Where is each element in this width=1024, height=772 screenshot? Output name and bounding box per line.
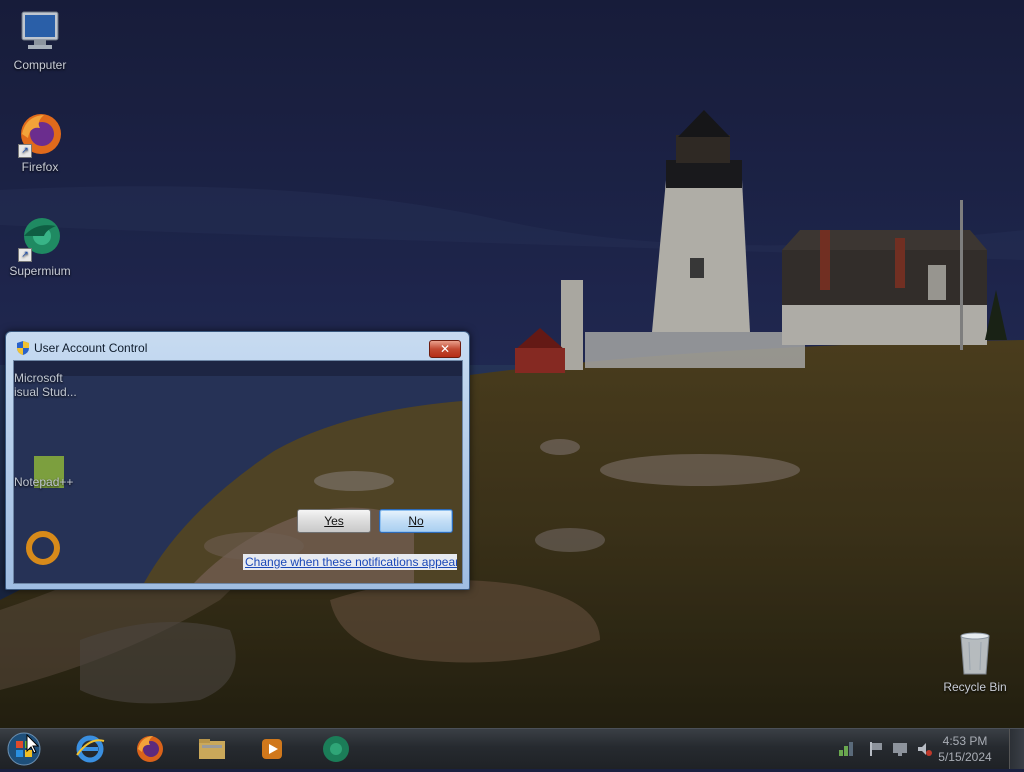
close-icon: ✕	[439, 342, 451, 356]
display-tray-icon[interactable]	[892, 741, 908, 757]
computer-icon	[16, 8, 64, 56]
mouse-pointer-icon	[26, 734, 40, 754]
no-button[interactable]: No	[379, 509, 453, 533]
firefox-taskbar-icon	[137, 736, 163, 762]
network-tray-icon[interactable]	[838, 741, 854, 757]
supermium-taskbar-icon	[323, 736, 349, 762]
show-desktop-button[interactable]	[1009, 729, 1024, 769]
firefox-label: Firefox	[21, 160, 59, 174]
computer-label: Computer	[13, 58, 67, 72]
ghost-icon-notepad: Notepad++	[14, 475, 73, 489]
internet-explorer-icon	[76, 735, 105, 763]
clock-date: 5/15/2024	[938, 750, 992, 764]
firefox-icon: ↗	[16, 110, 64, 158]
supermium-label: Supermium	[9, 264, 71, 278]
media-player-icon	[262, 739, 282, 759]
supermium-icon: ↗	[16, 214, 64, 262]
yes-label: Yes	[324, 514, 344, 528]
ghost-icon-visual-studio: Microsoft isual Stud...	[14, 371, 77, 399]
no-label: No	[408, 514, 424, 528]
shortcut-arrow-icon: ↗	[18, 248, 32, 262]
flag-tray-icon[interactable]	[868, 741, 884, 757]
clock-time: 4:53 PM	[942, 734, 988, 748]
change-notifications-link[interactable]: Change when these notifications appear	[243, 554, 457, 570]
taskbar-media-player[interactable]	[256, 733, 288, 765]
desktop-icon-computer[interactable]: Computer	[2, 8, 78, 72]
taskbar-supermium[interactable]	[320, 733, 352, 765]
uac-titlebar[interactable]: User Account Control ✕	[6, 332, 469, 360]
taskbar-firefox[interactable]	[134, 733, 166, 765]
explorer-icon	[199, 739, 225, 759]
desktop-icon-recycle-bin[interactable]: Recycle Bin	[937, 630, 1013, 694]
dialog-background-snapshot	[14, 361, 462, 583]
desktop-icon-firefox[interactable]: ↗ Firefox	[2, 110, 78, 174]
shield-icon	[17, 341, 29, 355]
shortcut-arrow-icon: ↗	[18, 144, 32, 158]
taskbar: 4:53 PM 5/15/2024	[0, 728, 1024, 769]
taskbar-internet-explorer[interactable]	[74, 733, 106, 765]
desktop[interactable]: Computer ↗ Firefox ↗ Supermium Recycle B…	[0, 0, 1024, 728]
taskbar-clock[interactable]: 4:53 PM 5/15/2024	[930, 733, 1000, 765]
uac-dialog[interactable]: User Account Control ✕ Microsoft isual S…	[5, 331, 470, 590]
ghost-icon-label: Notepad++	[14, 475, 74, 489]
close-button[interactable]: ✕	[429, 340, 461, 358]
uac-title: User Account Control	[34, 341, 148, 355]
yes-button[interactable]: Yes	[297, 509, 371, 533]
desktop-icon-supermium[interactable]: ↗ Supermium	[2, 214, 78, 278]
ghost-icon-label: Microsoft isual Stud...	[14, 371, 77, 399]
recycle-bin-label: Recycle Bin	[943, 680, 1007, 694]
uac-client-area: Microsoft isual Stud... Notepad++ Yes No…	[13, 360, 463, 584]
taskbar-windows-explorer[interactable]	[196, 733, 228, 765]
recycle-bin-icon	[951, 630, 999, 678]
